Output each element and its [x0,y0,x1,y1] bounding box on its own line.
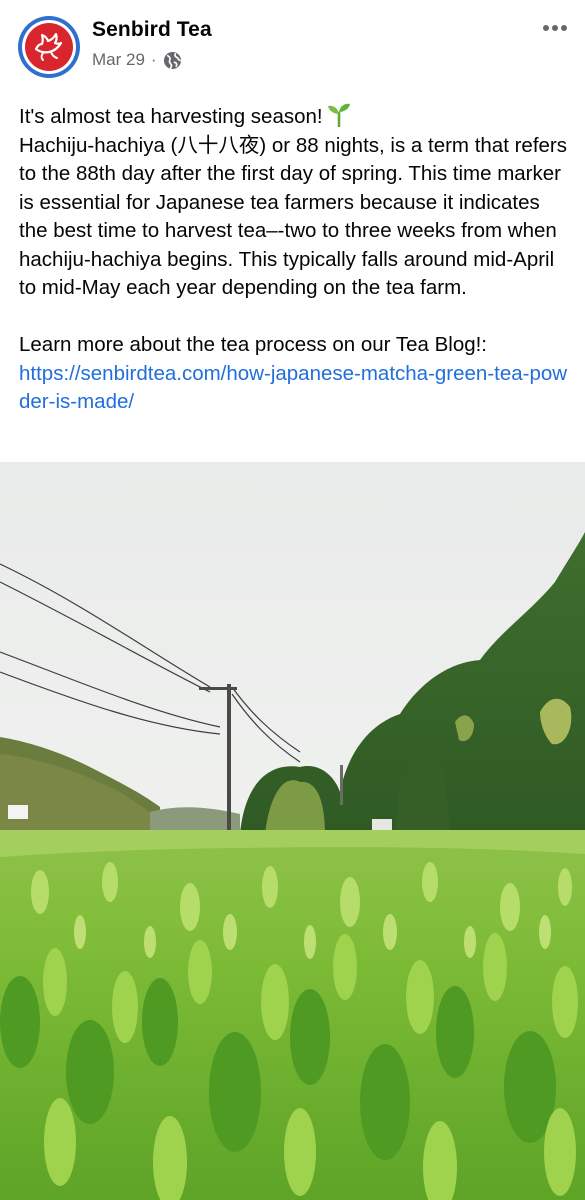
post-cta: Learn more about the tea process on our … [19,333,488,356]
seedling-icon [326,101,352,128]
globe-icon [163,51,182,70]
bird-logo-icon [25,23,73,71]
post-headline: It's almost tea harvesting season! [19,105,323,128]
post-headline-line: It's almost tea harvesting season! [19,101,571,132]
post-meta: Mar 29 · [92,50,182,70]
meta-separator: · [150,50,157,69]
post-header: Senbird Tea Mar 29 · [0,0,585,90]
more-options-icon[interactable] [539,16,571,40]
post-date[interactable]: Mar 29 [92,50,145,70]
tea-field-image [0,462,585,1200]
blog-link[interactable]: https://senbirdtea.com/how-japanese-matc… [19,362,567,414]
post-text: It's almost tea harvesting season! Hachi… [19,101,571,417]
page-name[interactable]: Senbird Tea [92,18,212,42]
avatar[interactable] [18,16,80,78]
post-body: Hachiju-hachiya (八十八夜) or 88 nights, is … [19,133,567,300]
post-photo[interactable] [0,462,585,1200]
